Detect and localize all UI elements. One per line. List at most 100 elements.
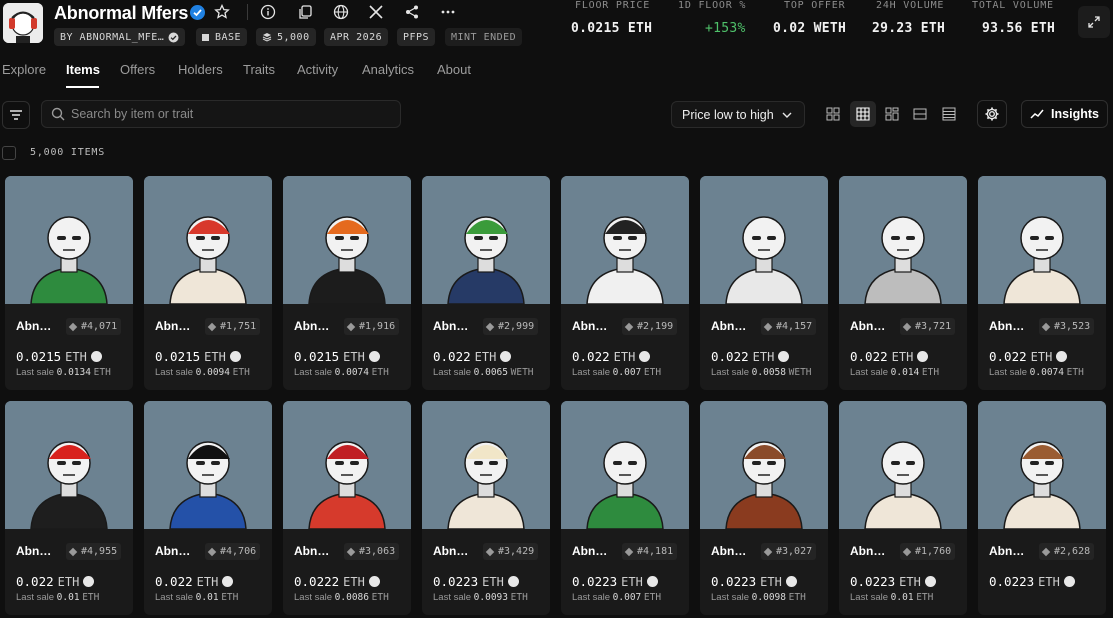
tab-items[interactable]: Items — [66, 62, 100, 77]
collection-logo[interactable] — [3, 3, 43, 43]
nft-card[interactable]: Abn… #4,071 0.0215 ETH Last sale 0.0134 … — [5, 176, 133, 390]
more-options-icon[interactable] — [438, 2, 458, 22]
nft-image[interactable] — [5, 401, 133, 529]
last-sale-label: Last sale — [572, 367, 611, 378]
category-pill[interactable]: PFPS — [397, 28, 436, 46]
share-icon[interactable] — [402, 2, 422, 22]
nft-card[interactable]: Abn… #1,751 0.0215 ETH Last sale 0.0094 … — [144, 176, 272, 390]
table-icon — [942, 107, 956, 121]
tab-offers[interactable]: Offers — [120, 62, 155, 77]
nft-card[interactable]: Abn… #2,999 0.022 ETH Last sale 0.0065 W… — [422, 176, 550, 390]
expand-icon — [1088, 16, 1100, 28]
view-mosaic-button[interactable] — [879, 101, 905, 127]
nft-image[interactable] — [283, 176, 411, 304]
star-icon[interactable] — [212, 2, 232, 22]
nft-card[interactable]: Abn… #1,760 0.0223 ETH Last sale 0.01 ET… — [839, 401, 967, 615]
search-box[interactable] — [41, 100, 401, 128]
nft-card[interactable]: Abn… #3,523 0.022 ETH Last sale 0.0074 E… — [978, 176, 1106, 390]
nft-name: Abn… — [433, 319, 469, 333]
last-sale-label: Last sale — [294, 592, 333, 603]
last-sale: Last sale 0.01 ETH — [850, 592, 933, 603]
last-sale-label: Last sale — [294, 367, 333, 378]
filter-button[interactable] — [2, 101, 30, 129]
nft-name: Abn… — [433, 544, 469, 558]
verified-icon — [168, 32, 179, 42]
nft-image[interactable] — [561, 176, 689, 304]
nft-name: Abn… — [572, 544, 608, 558]
nft-card[interactable]: Abn… #2,199 0.022 ETH Last sale 0.007 ET… — [561, 176, 689, 390]
base-chain-icon — [1056, 351, 1068, 362]
last-sale-label: Last sale — [433, 367, 472, 378]
view-small-grid-button[interactable] — [850, 101, 876, 127]
nft-image[interactable] — [978, 176, 1106, 304]
nft-card[interactable]: Abn… #2,628 0.0223 ETH — [978, 401, 1106, 615]
stat-value: 93.56 ETH — [982, 21, 1056, 36]
tab-traits[interactable]: Traits — [243, 62, 275, 77]
view-large-grid-button[interactable] — [820, 101, 846, 127]
tab-about[interactable]: About — [437, 62, 471, 77]
last-sale-unit: ETH — [93, 367, 111, 378]
base-chain-icon — [917, 351, 929, 362]
price-value: 0.0223 — [433, 574, 479, 589]
nft-card[interactable]: Abn… #3,063 0.0222 ETH Last sale 0.0086 … — [283, 401, 411, 615]
nft-card[interactable]: Abn… #3,429 0.0223 ETH Last sale 0.0093 … — [422, 401, 550, 615]
nft-image[interactable] — [422, 176, 550, 304]
nft-image[interactable] — [700, 401, 828, 529]
expand-button[interactable] — [1078, 6, 1110, 38]
nft-name: Abn… — [155, 319, 191, 333]
chevron-down-icon — [782, 112, 792, 118]
settings-button[interactable] — [977, 100, 1007, 128]
token-id: #4,706 — [220, 546, 257, 557]
nft-image[interactable] — [978, 401, 1106, 529]
info-icon[interactable] — [258, 2, 278, 22]
x-twitter-icon[interactable] — [366, 2, 386, 22]
price-value: 0.0215 — [155, 349, 201, 364]
nft-card[interactable]: Abn… #4,157 0.022 ETH Last sale 0.0058 W… — [700, 176, 828, 390]
token-id: #4,181 — [637, 546, 674, 557]
nft-image[interactable] — [5, 176, 133, 304]
creator-pill[interactable]: BY ABNORMAL_MFE… — [54, 28, 186, 46]
last-sale-value: 0.0093 — [473, 592, 508, 603]
tab-activity[interactable]: Activity — [297, 62, 338, 77]
view-table-button[interactable] — [936, 101, 962, 127]
nft-image[interactable] — [700, 176, 828, 304]
nft-card[interactable]: Abn… #1,916 0.0215 ETH Last sale 0.0074 … — [283, 176, 411, 390]
view-list-button[interactable] — [907, 101, 933, 127]
nft-image[interactable] — [839, 176, 967, 304]
diamond-icon — [207, 322, 217, 331]
copy-icon[interactable] — [295, 2, 315, 22]
nft-card[interactable]: Abn… #4,955 0.022 ETH Last sale 0.01 ETH — [5, 401, 133, 615]
tab-holders[interactable]: Holders — [178, 62, 223, 77]
search-input[interactable] — [71, 107, 391, 121]
sort-dropdown[interactable]: Price low to high — [671, 101, 805, 128]
last-sale-label: Last sale — [711, 592, 750, 603]
token-id: #2,628 — [1054, 546, 1091, 557]
select-all-checkbox[interactable] — [2, 146, 16, 160]
nft-card[interactable]: Abn… #4,706 0.022 ETH Last sale 0.01 ETH — [144, 401, 272, 615]
price-value: 0.0223 — [572, 574, 618, 589]
nft-image[interactable] — [144, 176, 272, 304]
nft-image[interactable] — [144, 401, 272, 529]
stat-label: TOTAL VOLUME — [972, 0, 1054, 11]
filter-icon — [10, 110, 22, 120]
supply-pill[interactable]: 5,000 — [256, 28, 316, 46]
insights-button[interactable]: Insights — [1021, 100, 1108, 128]
globe-icon[interactable] — [331, 2, 351, 22]
tab-analytics[interactable]: Analytics — [362, 62, 414, 77]
nft-image[interactable] — [561, 401, 689, 529]
price-value: 0.022 — [155, 574, 193, 589]
nft-image[interactable] — [839, 401, 967, 529]
nft-image[interactable] — [283, 401, 411, 529]
nft-card[interactable]: Abn… #4,181 0.0223 ETH Last sale 0.007 E… — [561, 401, 689, 615]
nft-card[interactable]: Abn… #3,027 0.0223 ETH Last sale 0.0098 … — [700, 401, 828, 615]
base-chain-icon — [229, 351, 241, 362]
grid-large-icon — [826, 107, 840, 121]
nft-card[interactable]: Abn… #3,721 0.022 ETH Last sale 0.014 ET… — [839, 176, 967, 390]
chain-pill[interactable]: BASE — [196, 28, 248, 46]
tab-explore[interactable]: Explore — [2, 62, 46, 77]
search-icon — [51, 107, 65, 121]
nft-image[interactable] — [422, 401, 550, 529]
grid-small-icon — [856, 107, 870, 121]
token-id-badge: #1,760 — [900, 543, 956, 560]
last-sale-unit: ETH — [788, 592, 806, 603]
